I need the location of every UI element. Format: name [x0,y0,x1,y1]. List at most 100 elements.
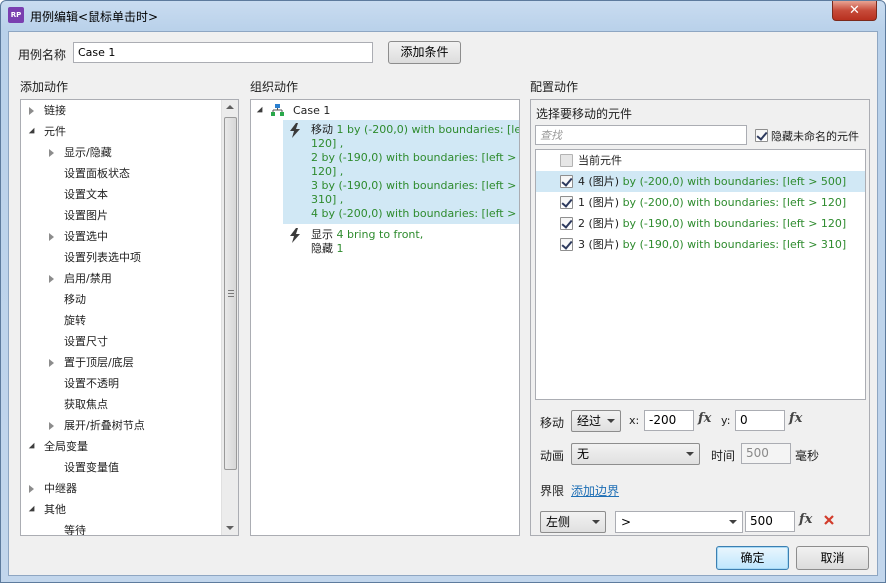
case-tree-icon [271,104,284,116]
move-line: 120] , [311,165,344,178]
action-tree-item-label: 设置列表选中项 [64,251,141,264]
time-input[interactable]: 500 [741,443,791,464]
select-widget-label: 选择要移动的元件 [536,107,633,121]
target-label: 2 (图片) by (-190,0) with boundaries: [lef… [578,213,846,234]
add-boundary-link[interactable]: 添加边界 [571,482,619,499]
move-label: 移动 [540,416,565,430]
action-tree-item-label: 链接 [44,104,66,117]
organize-action-panel[interactable]: Case 1 移动 1 by (-200,0) with boundaries:… [250,99,520,536]
window-title: 用例编辑<鼠标单击时> [30,10,159,24]
collapsed-arrow-icon[interactable] [49,233,54,241]
dropdown-arrow-icon [729,520,737,524]
target-list-row[interactable]: 4 (图片) by (-200,0) with boundaries: [lef… [536,171,865,192]
animation-value: 无 [577,447,590,461]
scrollbar-grip-icon [228,290,234,297]
target-list-row[interactable]: 1 (图片) by (-200,0) with boundaries: [lef… [536,192,865,213]
action-tree-scrollbar[interactable] [221,100,238,535]
widget-target-list[interactable]: 当前元件 4 (图片) by (-200,0) with boundaries: … [535,149,866,400]
dialog-window: RP 用例编辑<鼠标单击时> ✕ 用例名称 Case 1 添加条件 添加动作 组… [0,0,886,583]
target-checkbox[interactable] [560,175,573,188]
dropdown-arrow-icon [607,419,615,423]
boundary-value-input[interactable]: 500 [745,511,795,532]
target-checkbox[interactable] [560,238,573,251]
target-name: 4 (图片) [578,175,620,188]
ms-label: 毫秒 [795,449,820,463]
target-list-row[interactable]: 3 (图片) by (-190,0) with boundaries: [lef… [536,234,865,255]
expanded-arrow-icon[interactable] [28,442,38,452]
action-tree-item-label: 其他 [44,503,66,516]
target-label: 当前元件 [578,150,622,171]
collapsed-arrow-icon[interactable] [29,485,34,493]
action-tree-item-label: 移动 [64,293,86,306]
boundary-fx-button[interactable]: fx [799,512,812,527]
animation-select[interactable]: 无 [571,443,700,465]
target-label: 1 (图片) by (-200,0) with boundaries: [lef… [578,192,846,213]
hide-unnamed-checkbox[interactable] [755,129,768,142]
add-condition-button[interactable]: 添加条件 [388,41,461,64]
configure-action-panel: 选择要移动的元件 查找 隐藏未命名的元件 当前元件 4 (图片) by (-200… [530,99,870,536]
show-hide-action-node[interactable]: 显示 4 bring to front, 隐藏 1 [283,226,519,258]
time-label: 时间 [711,449,736,463]
boundary-operator-select[interactable]: > [615,511,743,533]
cancel-button[interactable]: 取消 [796,546,869,570]
show-target: 4 bring to front, [336,228,424,241]
title-bar[interactable]: RP 用例编辑<鼠标单击时> ✕ [1,1,885,31]
action-tree-item-label: 设置变量值 [64,461,119,474]
show-hide-action-text: 显示 4 bring to front, 隐藏 1 [311,228,423,256]
expanded-arrow-icon [256,106,266,116]
hide-target: 1 [336,242,344,255]
target-checkbox[interactable] [560,196,573,209]
lightning-icon [290,123,300,138]
collapsed-arrow-icon[interactable] [49,275,54,283]
move-action-node[interactable]: 移动 1 by (-200,0) with boundaries: [left … [283,120,519,224]
dialog-client-area: 用例名称 Case 1 添加条件 添加动作 组织动作 配置动作 链接 元件 显示/隐… [8,31,878,576]
dropdown-arrow-icon [592,520,600,524]
scroll-down-arrow-icon[interactable] [226,526,234,530]
collapsed-arrow-icon[interactable] [49,359,54,367]
target-checkbox[interactable] [560,217,573,230]
animation-label: 动画 [540,449,565,463]
move-line: 2 by (-190,0) with boundaries: [left > [311,151,517,164]
expanded-arrow-icon[interactable] [28,127,38,137]
target-detail: by (-200,0) with boundaries: [left > 120… [619,196,847,209]
dropdown-arrow-icon [686,452,694,456]
add-action-heading: 添加动作 [20,80,69,94]
action-tree-item-label: 置于顶层/底层 [64,356,134,369]
target-checkbox[interactable] [560,154,573,167]
collapsed-arrow-icon[interactable] [29,107,34,115]
collapsed-arrow-icon[interactable] [49,149,54,157]
move-mode-select[interactable]: 经过 [571,410,621,432]
target-list-row[interactable]: 当前元件 [536,150,865,171]
x-fx-button[interactable]: fx [698,411,711,426]
target-detail: by (-200,0) with boundaries: [left > 500… [619,175,847,188]
hide-unnamed-label: 隐藏未命名的元件 [771,130,859,143]
collapsed-arrow-icon[interactable] [49,422,54,430]
target-name: 1 (图片) [578,196,620,209]
close-window-button[interactable]: ✕ [832,1,877,21]
scroll-up-arrow-icon[interactable] [226,105,234,109]
configure-action-heading: 配置动作 [530,80,579,94]
action-tree-item-label: 启用/禁用 [64,272,112,285]
action-tree-item-label: 设置尺寸 [64,335,108,348]
target-name: 3 (图片) [578,238,620,251]
case-name-input[interactable]: Case 1 [73,42,373,63]
boundary-side-select[interactable]: 左侧 [540,511,606,533]
target-list-row[interactable]: 2 (图片) by (-190,0) with boundaries: [lef… [536,213,865,234]
x-input[interactable]: -200 [644,410,694,431]
scrollbar-thumb[interactable] [224,117,237,470]
move-line: 4 by (-200,0) with boundaries: [left > 5… [311,207,519,220]
move-mode-value: 经过 [577,414,602,428]
action-tree-item-label: 等待 [64,524,86,536]
search-input[interactable]: 查找 [535,125,747,145]
y-fx-button[interactable]: fx [789,411,802,426]
target-detail: by (-190,0) with boundaries: [left > 120… [619,217,847,230]
action-tree-item-label: 旋转 [64,314,86,327]
ok-button[interactable]: 确定 [716,546,789,570]
action-tree-item-label: 获取焦点 [64,398,108,411]
delete-boundary-icon[interactable] [823,514,835,526]
expanded-arrow-icon[interactable] [28,505,38,515]
target-name: 当前元件 [578,154,622,167]
case-label: Case 1 [293,104,331,117]
y-input[interactable]: 0 [735,410,785,431]
add-action-tree[interactable]: 链接 元件 显示/隐藏 设置面板状态 设置文本 设置图片 设置选中 设置列表选中项 启用/禁用移… [20,99,239,536]
